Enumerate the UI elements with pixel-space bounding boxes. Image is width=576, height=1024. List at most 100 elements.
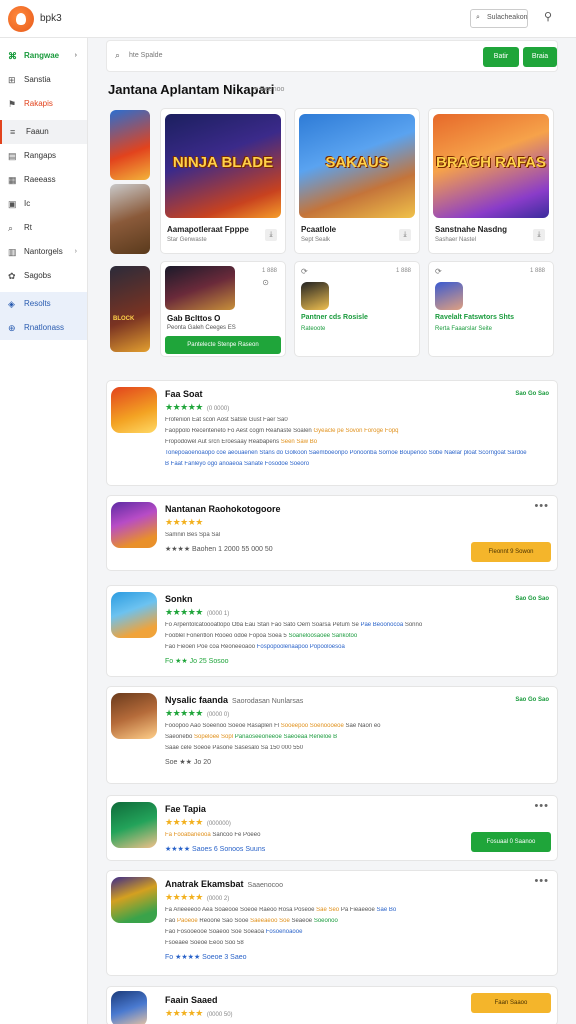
stars-glyphs: ★★★★★ xyxy=(165,517,203,527)
share-icon[interactable]: ⊙ xyxy=(262,278,269,287)
download-count: 1 888 xyxy=(261,268,277,274)
desc-text: Fo Arpentolcatoooatlopo Oba Eau Stan Fao… xyxy=(165,622,361,628)
app-list-card[interactable]: Nysalic faanda Saorodasan Nunlarsas ★★★★★(… xyxy=(106,686,558,784)
sidebar-item[interactable]: ✿ Sagobs xyxy=(0,264,87,288)
small-app-card[interactable]: Gab Bclttos O Peonta Galeh Ceeges ES Pante… xyxy=(160,261,286,357)
desc-text: Gyeacle pe Sovon Foroge Fopq xyxy=(313,428,399,434)
app-description-line: B Faat Fanleyo ogo anoaeoa Sanate Fosodo… xyxy=(165,461,545,467)
tag-link[interactable]: Tonepoaoenoaopo coe aeouaenen Stans do xyxy=(165,450,285,456)
user-icon[interactable]: ⚲ xyxy=(540,10,556,26)
app-description-line: Fropodowel Aut srcn Eroesaay Reabapens S… xyxy=(165,439,545,445)
doc2-icon: ▥ xyxy=(8,247,17,257)
sidebar-item[interactable]: ⚑ Rakapis xyxy=(0,92,87,116)
featured-thumb[interactable] xyxy=(110,184,150,254)
featured-thumb[interactable] xyxy=(110,110,150,180)
app-description-line: Fao Fosooeooe Soaeoo Soe Soeaoa Fosoenoa… xyxy=(165,929,545,935)
search-bar: ⌕ hte Spalde Batir Braia xyxy=(106,40,558,72)
small-app-card[interactable]: ⟳ Ravelalt Fatswtors Shts Rerta Faaarslar … xyxy=(428,261,554,357)
top-search-button[interactable]: ⌕ Sulacheakon xyxy=(470,9,528,28)
sidebar-item-label: Ic xyxy=(24,199,31,208)
app-icon[interactable] xyxy=(111,592,157,638)
more-options-icon[interactable]: ••• xyxy=(534,500,549,512)
tag-link[interactable]: Fospopoolenaapoo Popooloesoa xyxy=(257,644,345,650)
tag-link[interactable]: Fosoenoaooe xyxy=(266,929,303,935)
sidebar-item-label: Sanstia xyxy=(24,75,51,84)
small-poster[interactable] xyxy=(110,266,150,352)
app-icon[interactable] xyxy=(111,802,157,848)
app-list-card[interactable]: Faain Saaed ★★★★★ (0000 50) Faan Saaoo xyxy=(106,986,558,1024)
app-logo[interactable] xyxy=(8,6,34,32)
sidebar-item[interactable]: ▥ Nantorgels › xyxy=(0,240,87,264)
app-banner-thumb[interactable] xyxy=(165,266,235,310)
tag-link[interactable]: Golkoon Saemboeonpo Ponoonba Sornoe Boup… xyxy=(285,450,429,456)
stats-text: Soe ★★ Jo 20 xyxy=(165,759,212,766)
tag-link[interactable]: Pae Beoonocoa xyxy=(360,622,403,628)
rating-count: (000000) xyxy=(206,821,231,827)
app-list-card[interactable]: Anatrak Ekamsbat Saaenocoo ★★★★★ (0000 2) Fa… xyxy=(106,870,558,976)
app-developer: Saaenocoo xyxy=(247,882,283,889)
featured-card[interactable]: NINJA BLADE Aamapotleraat Fpppe Star Genwa… xyxy=(160,108,286,254)
action-button[interactable]: Faan Saaoo xyxy=(471,993,551,1013)
app-icon[interactable] xyxy=(111,693,157,739)
tag-link[interactable]: Sae Bo xyxy=(377,907,397,913)
featured-meta: Star Genwaste xyxy=(167,237,207,243)
app-list-card[interactable]: Fae Tapia ★★★★★ (000000) Fa Fooabaneooa San… xyxy=(106,795,558,861)
sidebar-item-label: Resolts xyxy=(24,299,51,308)
sidebar-item[interactable]: ⊕ Rnatlonass xyxy=(0,316,87,340)
sidebar-item[interactable]: ⌘ Rangwae › xyxy=(0,44,87,68)
app-icon[interactable] xyxy=(111,877,157,923)
sidebar-item-label: Rangaps xyxy=(24,151,57,160)
sidebar-item[interactable]: ▦ Raeeass xyxy=(0,168,87,192)
small-app-meta: Rateoote xyxy=(301,326,326,332)
refresh-icon[interactable]: ⟳ xyxy=(301,267,308,276)
small-app-card[interactable]: ⟳ Pantner cds Rosisle Rateoote 1 888 xyxy=(294,261,420,357)
app-list-card[interactable]: Faa Soat ★★★★★ (0 0000) Frofenion Eat scon … xyxy=(106,380,558,486)
app-icon[interactable] xyxy=(435,282,463,310)
desc-text: Fsoeaee Soeoe Eeoo Soo 58 xyxy=(165,940,244,946)
app-icon[interactable] xyxy=(111,991,147,1024)
app-icon[interactable] xyxy=(301,282,329,310)
install-button[interactable]: Pantelecte Stenpe Raseon xyxy=(165,336,281,354)
app-icon[interactable] xyxy=(111,502,157,548)
sidebar-item-label: Rt xyxy=(24,223,32,232)
app-list-card[interactable]: Sonkn ★★★★★ (0000 1) Fo Arpentolcatoooatlop… xyxy=(106,585,558,677)
sidebar-item[interactable]: ▤ Rangaps xyxy=(0,144,87,168)
small-app-meta: Rerta Faaarslar Seite xyxy=(435,326,493,332)
refresh-icon[interactable]: ⟳ xyxy=(435,267,442,276)
stars-glyphs: ★★★★★ xyxy=(165,402,203,412)
rating-count: (0000 0) xyxy=(206,712,230,718)
search-input[interactable]: hte Spalde xyxy=(129,52,162,59)
filter-button[interactable]: Batir xyxy=(483,47,519,67)
download-icon[interactable]: ⤓ xyxy=(533,229,545,241)
sidebar-item[interactable]: ⌕ Rt xyxy=(0,216,87,240)
action-button[interactable]: Fleonnt 9 Sowon xyxy=(471,542,551,562)
desc-text: Faoppolo Recenteneto Fo Aest cogm Reahas… xyxy=(165,428,314,434)
action-button[interactable]: Fosuaal 0 Saanoo xyxy=(471,832,551,852)
more-options-icon[interactable]: ••• xyxy=(534,875,549,887)
featured-banner[interactable]: NINJA BLADE xyxy=(165,114,281,218)
sidebar-item[interactable]: ◈ Resolts xyxy=(0,292,87,316)
desc-text: Sae Seo xyxy=(316,907,340,913)
featured-banner[interactable]: BRAGH RAFAS xyxy=(433,114,549,218)
download-icon[interactable]: ⤓ xyxy=(265,229,277,241)
app-icon[interactable] xyxy=(111,387,157,433)
featured-banner[interactable]: SAKAUS xyxy=(299,114,415,218)
sidebar-item[interactable]: ⊞ Sanstia xyxy=(0,68,87,92)
featured-card[interactable]: SAKAUS Pcaatlole Sept Sealk ⤓ xyxy=(294,108,420,254)
featured-card[interactable]: BRAGH RAFAS Sanstnahe Nasdng Sashaer Naste… xyxy=(428,108,554,254)
sidebar-item-label: Nantorgels xyxy=(24,247,63,256)
sidebar-item[interactable]: ▣ Ic xyxy=(0,192,87,216)
desc-text: Paoeoe xyxy=(177,918,198,924)
sidebar-item[interactable]: ≡ Faaun xyxy=(0,120,87,144)
tag-link[interactable]: Sobe Naelar ploat Scorngoat Sardoe xyxy=(429,450,527,456)
featured-thumb-column xyxy=(107,108,153,258)
section-subtitle[interactable]: ▾ Geenoo xyxy=(254,85,284,93)
download-icon[interactable]: ⤓ xyxy=(399,229,411,241)
banner-title: BRAGH RAFAS xyxy=(435,154,546,171)
banner-title: NINJA BLADE xyxy=(172,154,274,171)
browse-button[interactable]: Braia xyxy=(523,47,557,67)
rating-count: (0000 2) xyxy=(206,896,230,902)
tag-link[interactable]: B Faat Fanleyo ogo anoaeoa Sanate Fosodo… xyxy=(165,461,309,467)
more-options-icon[interactable]: ••• xyxy=(534,800,549,812)
app-list-card[interactable]: Nantanan Raohokotogoore ★★★★★ Samnin Bes S… xyxy=(106,495,558,571)
